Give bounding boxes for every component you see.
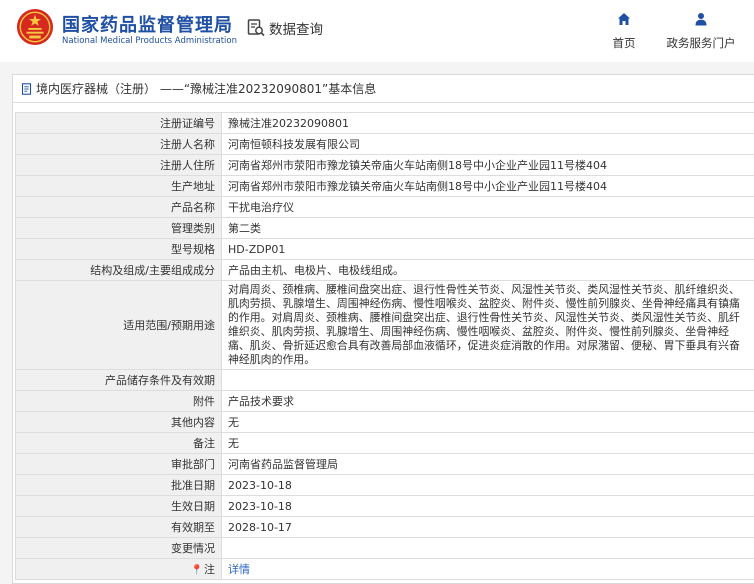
pin-icon: 📍 [190,565,203,576]
table-row: 备注 无 [15,432,754,454]
field-value: 2023-10-18 [221,495,754,517]
field-value: 无 [221,432,754,454]
detail-panel: 境内医疗器械（注册） ——“豫械注准20232090801”基本信息 注册证编号… [12,74,754,584]
note-label-cell: 📍注 [15,558,222,580]
field-value: 干扰电治疗仪 [221,196,754,218]
field-label: 产品储存条件及有效期 [15,369,222,391]
data-query-label: 数据查询 [269,22,323,38]
field-value: 第二类 [221,217,754,239]
field-label: 管理类别 [15,217,222,239]
field-value: 河南省药品监督管理局 [221,453,754,475]
field-value [221,537,754,559]
field-label: 注册人名称 [15,133,222,155]
field-label: 生效日期 [15,495,222,517]
field-value: 2028-10-17 [221,516,754,538]
field-value: 产品技术要求 [221,390,754,412]
field-label: 生产地址 [15,175,222,197]
field-value: 产品由主机、电极片、电极线组成。 [221,259,754,281]
table-row: 适用范围/预期用途 对肩周炎、颈椎病、腰椎间盘突出症、退行性骨性关节炎、风湿性关… [15,280,754,370]
field-label: 批准日期 [15,474,222,496]
field-label: 结构及组成/主要组成成分 [15,259,222,281]
table-row: 生产地址 河南省郑州市荥阳市豫龙镇关帝庙火车站南侧18号中小企业产业园11号楼4… [15,175,754,197]
field-value: 2023-10-18 [221,474,754,496]
table-row: 变更情况 [15,537,754,559]
field-value: 无 [221,411,754,433]
table-row: 📍注 详情 [15,558,754,580]
field-label: 适用范围/预期用途 [15,280,222,370]
table-row: 结构及组成/主要组成成分 产品由主机、电极片、电极线组成。 [15,259,754,281]
document-icon [21,82,32,95]
table-row: 批准日期 2023-10-18 [15,474,754,496]
site-title[interactable]: 国家药品监督管理局 [62,11,233,37]
field-label: 附件 [15,390,222,412]
table-row: 有效期至 2028-10-17 [15,516,754,538]
table-row: 其他内容 无 [15,411,754,433]
document-search-icon [247,19,265,37]
table-row: 产品储存条件及有效期 [15,369,754,391]
field-label: 型号规格 [15,238,222,260]
table-row: 注册证编号 豫械注准20232090801 [15,112,754,134]
field-label: 变更情况 [15,537,222,559]
details-cell: 详情 [221,558,754,580]
panel-heading: 境内医疗器械（注册） ——“豫械注准20232090801”基本信息 [13,75,754,103]
field-value: 河南省郑州市荥阳市豫龙镇关帝庙火车站南侧18号中小企业产业园11号楼404 [221,175,754,197]
field-label: 产品名称 [15,196,222,218]
table-row: 审批部门 河南省药品监督管理局 [15,453,754,475]
nav-portal-label: 政务服务门户 [666,36,736,50]
field-value: 豫械注准20232090801 [221,112,754,134]
field-label: 注册人住所 [15,154,222,176]
registration-info-table: 注册证编号 豫械注准20232090801 注册人名称 河南恒顿科技发展有限公司… [15,112,754,580]
field-label: 审批部门 [15,453,222,475]
user-icon [695,13,707,26]
table-row: 生效日期 2023-10-18 [15,495,754,517]
home-icon [618,13,630,25]
table-row: 注册人名称 河南恒顿科技发展有限公司 [15,133,754,155]
table-row: 管理类别 第二类 [15,217,754,239]
table-row: 型号规格 HD-ZDP01 [15,238,754,260]
field-value: 对肩周炎、颈椎病、腰椎间盘突出症、退行性骨性关节炎、风湿性关节炎、类风湿性关节炎… [221,280,754,370]
field-label: 注 [204,563,215,576]
field-value: 河南恒顿科技发展有限公司 [221,133,754,155]
field-label: 备注 [15,432,222,454]
field-value [221,369,754,391]
site-title-english: National Medical Products Administration [62,36,237,46]
details-link[interactable]: 详情 [228,563,250,576]
field-label: 其他内容 [15,411,222,433]
nav-home[interactable]: 首页 [606,12,642,51]
table-row: 附件 产品技术要求 [15,390,754,412]
panel-title: 境内医疗器械（注册） ——“豫械注准20232090801”基本信息 [36,81,377,96]
site-header: 国家药品监督管理局 National Medical Products Admi… [0,0,754,62]
table-row: 产品名称 干扰电治疗仪 [15,196,754,218]
field-label: 注册证编号 [15,112,222,134]
table-row: 注册人住所 河南省郑州市荥阳市豫龙镇关帝庙火车站南侧18号中小企业产业园11号楼… [15,154,754,176]
nmpa-emblem-logo [16,8,54,46]
nav-home-label: 首页 [612,36,636,50]
field-label: 有效期至 [15,516,222,538]
field-value: 河南省郑州市荥阳市豫龙镇关帝庙火车站南侧18号中小企业产业园11号楼404 [221,154,754,176]
data-query-link[interactable]: 数据查询 [246,17,323,39]
field-value: HD-ZDP01 [221,238,754,260]
nav-service-portal[interactable]: 政务服务门户 [660,12,742,51]
